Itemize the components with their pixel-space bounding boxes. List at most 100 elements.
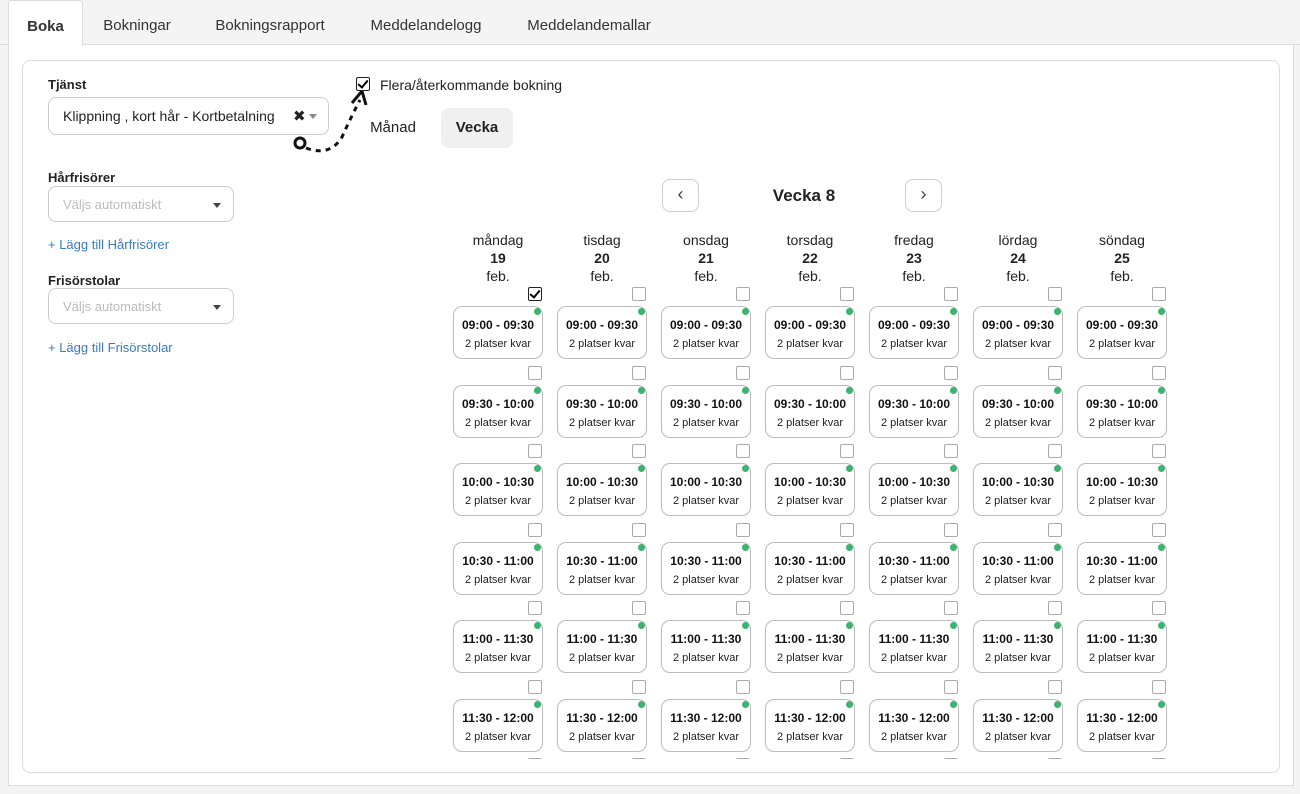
add-stylist-link[interactable]: + Lägg till Hårfrisörer [48,237,169,252]
time-slot[interactable]: 10:00 - 10:30 2 platser kvar [765,463,855,516]
multi-booking-checkbox[interactable] [356,77,370,91]
slot-checkbox[interactable] [632,679,646,694]
slot-checkbox[interactable] [632,365,646,380]
time-slot[interactable]: 09:30 - 10:00 2 platser kvar [453,384,543,438]
slot-checkbox[interactable] [840,758,854,759]
tab-bokningsrapport[interactable]: Bokningsrapport [200,0,340,45]
time-slot[interactable]: 10:30 - 11:00 2 platser kvar [869,541,959,595]
time-slot[interactable]: 11:00 - 11:30 2 platser kvar [869,620,959,673]
time-slot[interactable]: 09:30 - 10:00 2 platser kvar [973,384,1063,438]
slot-checkbox[interactable] [528,601,542,615]
slot-checkbox[interactable] [944,365,958,380]
month-view-button[interactable]: Månad [358,108,428,148]
time-slot[interactable]: 10:30 - 11:00 2 platser kvar [765,541,855,595]
slot-checkbox[interactable] [528,365,542,380]
slot-checkbox[interactable] [632,601,646,615]
time-slot[interactable]: 09:00 - 09:30 2 platser kvar [453,306,543,359]
time-slot[interactable]: 11:00 - 11:30 2 platser kvar [1077,620,1167,673]
stylist-select[interactable]: Väljs automatiskt [48,186,234,222]
time-slot[interactable]: 11:00 - 11:30 2 platser kvar [453,620,543,673]
time-slot[interactable]: 11:30 - 12:00 2 platser kvar [765,698,855,752]
prev-week-button[interactable]: ‹ [662,179,699,212]
slot-checkbox[interactable] [736,758,750,759]
time-slot[interactable]: 10:00 - 10:30 2 platser kvar [453,463,543,516]
tab-boka[interactable]: Boka [8,0,83,46]
slot-checkbox[interactable] [944,601,958,615]
time-slot[interactable]: 11:00 - 11:30 2 platser kvar [557,620,647,673]
week-view-button[interactable]: Vecka [441,108,513,148]
slot-checkbox[interactable] [1048,758,1062,759]
time-slot[interactable]: 09:30 - 10:00 2 platser kvar [661,384,751,438]
time-slot[interactable]: 10:30 - 11:00 2 platser kvar [453,541,543,595]
tab-bokningar[interactable]: Bokningar [92,0,182,45]
slot-checkbox[interactable] [840,444,854,458]
time-slot[interactable]: 10:30 - 11:00 2 platser kvar [973,541,1063,595]
slot-checkbox[interactable] [944,444,958,458]
slot-checkbox[interactable] [840,365,854,380]
time-slot[interactable]: 10:30 - 11:00 2 platser kvar [661,541,751,595]
time-slot[interactable]: 09:30 - 10:00 2 platser kvar [869,384,959,438]
slot-checkbox[interactable] [1048,522,1062,537]
slot-checkbox[interactable] [736,287,750,301]
time-slot[interactable]: 10:00 - 10:30 2 platser kvar [557,463,647,516]
time-slot[interactable]: 09:00 - 09:30 2 platser kvar [869,306,959,359]
time-slot[interactable]: 11:30 - 12:00 2 platser kvar [661,698,751,752]
slot-checkbox[interactable] [1152,444,1166,458]
slot-checkbox[interactable] [528,758,542,759]
slot-checkbox[interactable] [1152,758,1166,759]
time-slot[interactable]: 11:30 - 12:00 2 platser kvar [557,698,647,752]
time-slot[interactable]: 09:00 - 09:30 2 platser kvar [765,306,855,359]
slot-checkbox[interactable] [528,287,542,301]
time-slot[interactable]: 10:30 - 11:00 2 platser kvar [557,541,647,595]
slot-checkbox[interactable] [632,522,646,537]
slot-checkbox[interactable] [944,287,958,301]
slot-checkbox[interactable] [1048,287,1062,301]
time-slot[interactable]: 11:00 - 11:30 2 platser kvar [973,620,1063,673]
time-slot[interactable]: 10:00 - 10:30 2 platser kvar [1077,463,1167,516]
time-slot[interactable]: 11:30 - 12:00 2 platser kvar [973,698,1063,752]
time-slot[interactable]: 11:30 - 12:00 2 platser kvar [869,698,959,752]
slot-checkbox[interactable] [736,601,750,615]
slot-checkbox[interactable] [840,287,854,301]
slot-checkbox[interactable] [944,679,958,694]
slot-checkbox[interactable] [632,287,646,301]
slot-checkbox[interactable] [1152,522,1166,537]
slot-checkbox[interactable] [528,444,542,458]
slot-checkbox[interactable] [840,522,854,537]
slot-checkbox[interactable] [736,365,750,380]
next-week-button[interactable]: › [905,179,942,212]
slot-checkbox[interactable] [1152,287,1166,301]
slot-checkbox[interactable] [944,522,958,537]
time-slot[interactable]: 09:00 - 09:30 2 platser kvar [973,306,1063,359]
time-slot[interactable]: 09:30 - 10:00 2 platser kvar [765,384,855,438]
time-slot[interactable]: 09:00 - 09:30 2 platser kvar [1077,306,1167,359]
time-slot[interactable]: 10:30 - 11:00 2 platser kvar [1077,541,1167,595]
service-select[interactable]: Klippning , kort hår - Kortbetalning ✖ [48,97,329,135]
tab-meddelandemallar[interactable]: Meddelandemallar [512,0,666,45]
time-slot[interactable]: 10:00 - 10:30 2 platser kvar [869,463,959,516]
slot-checkbox[interactable] [1152,601,1166,615]
time-slot[interactable]: 10:00 - 10:30 2 platser kvar [661,463,751,516]
slot-checkbox[interactable] [1152,365,1166,380]
time-slot[interactable]: 11:00 - 11:30 2 platser kvar [765,620,855,673]
slot-checkbox[interactable] [632,758,646,759]
chair-select[interactable]: Väljs automatiskt [48,288,234,324]
time-slot[interactable]: 10:00 - 10:30 2 platser kvar [973,463,1063,516]
time-slot[interactable]: 09:00 - 09:30 2 platser kvar [557,306,647,359]
slot-checkbox[interactable] [1048,444,1062,458]
add-chair-link[interactable]: + Lägg till Frisörstolar [48,340,173,355]
tab-meddelandelogg[interactable]: Meddelandelogg [356,0,496,45]
slot-checkbox[interactable] [528,522,542,537]
time-slot[interactable]: 11:30 - 12:00 2 platser kvar [1077,698,1167,752]
slot-checkbox[interactable] [736,522,750,537]
slot-checkbox[interactable] [1048,365,1062,380]
slot-checkbox[interactable] [1048,601,1062,615]
slot-checkbox[interactable] [528,679,542,694]
time-slot[interactable]: 11:00 - 11:30 2 platser kvar [661,620,751,673]
slot-checkbox[interactable] [944,758,958,759]
slot-checkbox[interactable] [1048,679,1062,694]
slot-checkbox[interactable] [736,679,750,694]
slot-checkbox[interactable] [632,444,646,458]
slot-checkbox[interactable] [840,601,854,615]
time-slot[interactable]: 09:00 - 09:30 2 platser kvar [661,306,751,359]
